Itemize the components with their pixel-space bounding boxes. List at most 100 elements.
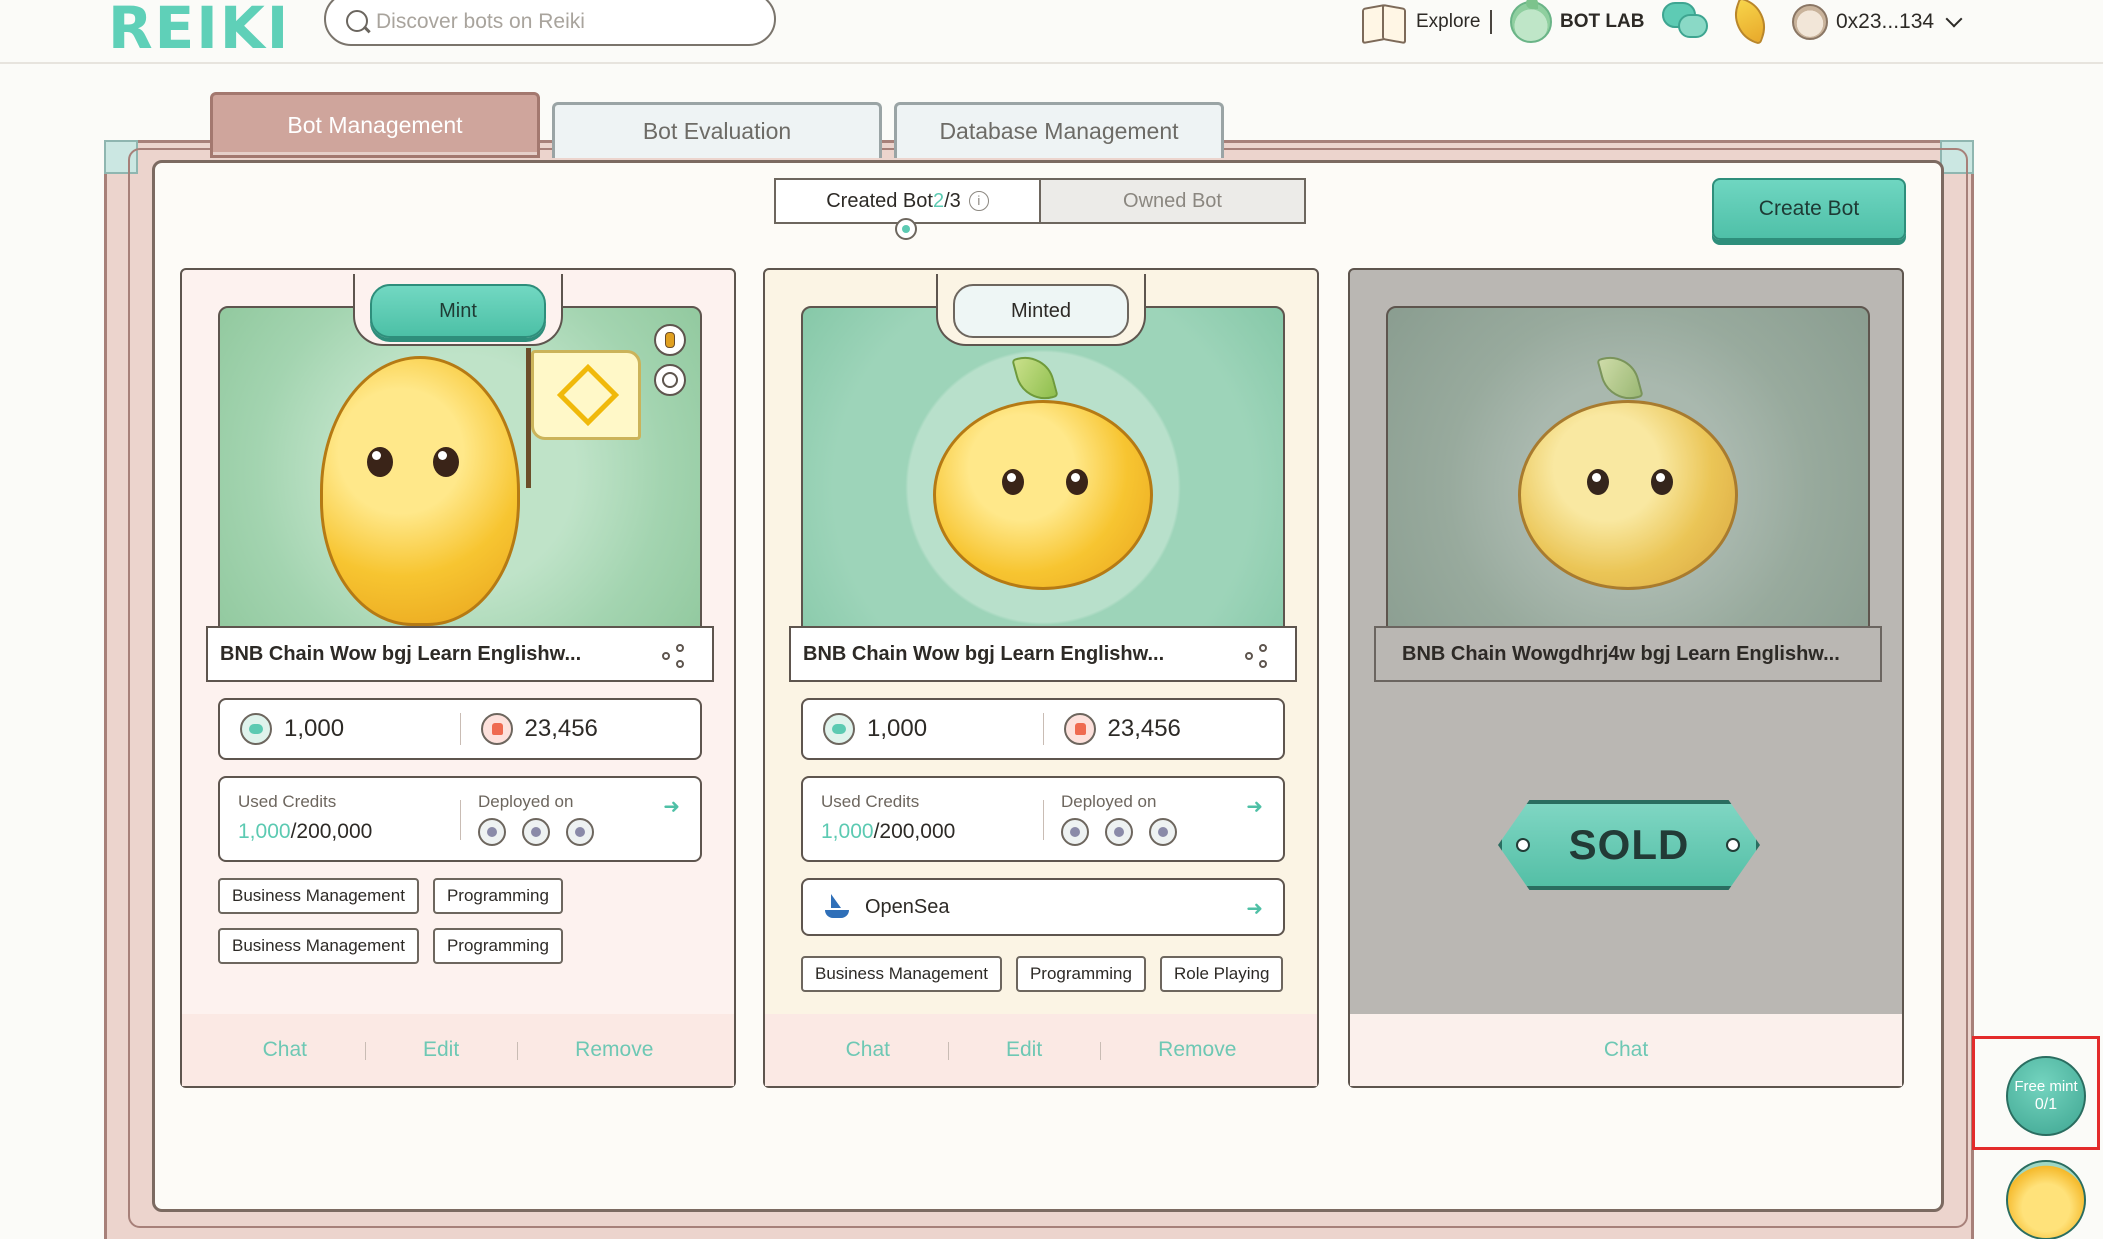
used-credits-label: Used Credits	[238, 792, 337, 811]
wallet-menu[interactable]: 0x23...134	[1792, 0, 1963, 44]
tag: Programming	[1015, 956, 1146, 992]
free-mint-button[interactable]: Free mint 0/1	[2006, 1056, 2086, 1136]
link-icon	[1149, 818, 1177, 846]
used-credits-label: Used Credits	[821, 792, 920, 811]
bot-name-bar: BNB Chain Wow bgj Learn Englishw...	[789, 626, 1297, 682]
leaf-icon[interactable]	[1726, 0, 1774, 46]
remove-button[interactable]: Remove	[517, 1038, 711, 1062]
bot-name-bar: BNB Chain Wowgdhrj4w bgj Learn Englishw.…	[1374, 626, 1882, 682]
chat-button[interactable]: Chat	[205, 1038, 365, 1062]
bot-stats: 1,000 23,456	[218, 698, 702, 760]
opensea-link[interactable]: OpenSea ➜	[801, 878, 1285, 936]
platform-icon	[478, 818, 506, 846]
created-bot-count: 2	[932, 189, 945, 212]
used-credits-value: 1,000	[821, 820, 874, 843]
search-icon	[346, 10, 368, 32]
avatar	[1792, 4, 1828, 40]
deployed-on-label: Deployed on	[1061, 792, 1157, 811]
mascot-character	[933, 400, 1153, 590]
link-icon	[566, 818, 594, 846]
tag: Business Management	[801, 956, 1002, 992]
opensea-icon	[821, 894, 851, 920]
card-actions: Chat Edit Remove	[765, 1014, 1317, 1086]
tag: Business Management	[218, 928, 419, 964]
opensea-label: OpenSea	[865, 895, 950, 918]
mascot-character	[320, 356, 520, 626]
thumbs-up-icon	[480, 713, 513, 745]
chat-bubbles-icon[interactable]	[1662, 2, 1710, 40]
like-count: 23,456	[459, 713, 701, 745]
bot-name: BNB Chain Wowgdhrj4w bgj Learn Englishw.…	[1402, 642, 1840, 665]
share-icon[interactable]	[662, 644, 686, 668]
nav-bot-lab-label: BOT LAB	[1560, 11, 1645, 32]
platform-icon	[1061, 818, 1089, 846]
chevron-down-icon	[1945, 10, 1963, 28]
reiki-logo[interactable]: REIKI	[108, 0, 290, 62]
tag: Business Management	[218, 878, 419, 914]
tab-bot-management[interactable]: Bot Management	[210, 92, 540, 158]
message-count-value: 1,000	[284, 715, 345, 742]
assistant-mascot-button[interactable]	[2006, 1160, 2086, 1239]
message-count-value: 1,000	[867, 715, 928, 742]
created-bot-total: /3	[944, 189, 961, 212]
mascot-character	[1518, 400, 1738, 590]
tab-database-management[interactable]: Database Management	[894, 102, 1224, 158]
toggle-indicator	[895, 218, 917, 240]
tag-list: Business Management Programming Business…	[218, 878, 708, 964]
nav-bot-lab[interactable]: BOT LAB	[1510, 0, 1644, 44]
like-count-value: 23,456	[1107, 715, 1181, 742]
search-bar[interactable]: Discover bots on Reiki	[324, 0, 776, 46]
bnb-logo-icon	[556, 363, 620, 427]
created-bot-segment[interactable]: Created Bot 2 /3 i	[776, 180, 1039, 222]
book-icon	[1362, 2, 1406, 42]
remove-button[interactable]: Remove	[1100, 1038, 1294, 1062]
microphone-icon[interactable]	[654, 324, 686, 356]
message-icon	[823, 713, 855, 745]
leaf-sprout	[1596, 350, 1644, 406]
sold-sign: SOLD	[1498, 800, 1760, 890]
bot-card-sold: BNB Chain Wowgdhrj4w bgj Learn Englishw.…	[1348, 268, 1904, 1088]
credits-panel: Used Credits 1,000/200,000 Deployed on ➜	[801, 776, 1285, 862]
arrow-right-icon[interactable]: ➜	[1246, 794, 1263, 819]
tab-bot-evaluation[interactable]: Bot Evaluation	[552, 102, 882, 158]
message-count: 1,000	[220, 713, 460, 745]
bot-ownership-toggle: Created Bot 2 /3 i Owned Bot	[774, 178, 1306, 224]
like-count-value: 23,456	[524, 715, 598, 742]
like-count: 23,456	[1042, 713, 1284, 745]
chat-button[interactable]: Chat	[788, 1038, 948, 1062]
card-actions: Chat	[1350, 1014, 1902, 1086]
bot-avatar-image	[801, 306, 1285, 636]
chat-button[interactable]: Chat	[1546, 1038, 1706, 1062]
target-icon[interactable]	[654, 364, 686, 396]
nav-explore[interactable]: Explore	[1362, 0, 1480, 44]
total-credits-value: /200,000	[290, 820, 373, 843]
bot-stats: 1,000 23,456	[801, 698, 1285, 760]
share-icon[interactable]	[1245, 644, 1269, 668]
used-credits-value: 1,000	[238, 820, 291, 843]
bot-card: Minted BNB Chain Wow bgj Learn Englishw.…	[763, 268, 1319, 1088]
mint-button[interactable]: Mint	[370, 284, 546, 338]
arrow-right-icon[interactable]: ➜	[663, 794, 680, 819]
tag-list: Business Management Programming Role Pla…	[801, 956, 1291, 992]
message-count: 1,000	[803, 713, 1043, 745]
top-header: REIKI Discover bots on Reiki Explore BOT…	[0, 0, 2103, 64]
sold-label: SOLD	[1568, 821, 1690, 868]
tag: Programming	[432, 878, 563, 914]
message-icon	[240, 713, 272, 745]
edit-button[interactable]: Edit	[947, 1038, 1100, 1062]
bot-icon	[1510, 0, 1552, 43]
owned-bot-segment[interactable]: Owned Bot	[1039, 180, 1304, 222]
tag: Role Playing	[1159, 956, 1284, 992]
create-bot-button[interactable]: Create Bot	[1712, 178, 1906, 240]
tag: Programming	[432, 928, 563, 964]
arrow-right-icon: ➜	[1246, 898, 1263, 920]
credits-panel: Used Credits 1,000/200,000 Deployed on ➜	[218, 776, 702, 862]
info-icon[interactable]: i	[968, 191, 989, 211]
discord-icon	[1105, 818, 1133, 846]
search-placeholder: Discover bots on Reiki	[376, 10, 585, 33]
edit-button[interactable]: Edit	[364, 1038, 517, 1062]
created-bot-label: Created Bot	[826, 189, 933, 212]
bot-name: BNB Chain Wow bgj Learn Englishw...	[220, 642, 582, 665]
deployed-on-label: Deployed on	[478, 792, 574, 811]
bot-card: Mint BNB Chain Wow bgj Learn Englishw...…	[180, 268, 736, 1088]
